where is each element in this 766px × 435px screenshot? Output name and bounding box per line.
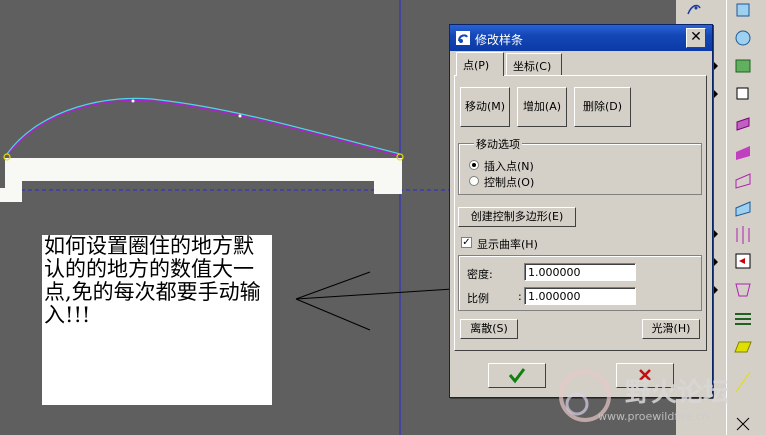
- create-control-polygon-button[interactable]: 创建控制多边形(E): [458, 207, 576, 227]
- smooth-button[interactable]: 光滑(H): [642, 319, 700, 339]
- x-axis-icon[interactable]: [736, 417, 750, 431]
- move-options-label: 移动选项: [474, 136, 522, 152]
- toolbar-right: [726, 0, 766, 435]
- density-input[interactable]: [524, 263, 636, 281]
- datum-plane-icon[interactable]: [736, 117, 750, 131]
- ok-button[interactable]: [488, 363, 546, 388]
- plane-icon[interactable]: [734, 341, 752, 353]
- chevron-right-icon[interactable]: [714, 230, 718, 238]
- ratio-label: 比例: [467, 292, 489, 305]
- trim-icon[interactable]: [735, 283, 751, 297]
- ratio-colon: :: [518, 290, 522, 303]
- chevron-right-icon[interactable]: [714, 90, 718, 98]
- show-curvature-label: 显示曲率(H): [477, 238, 538, 251]
- dialog-titlebar[interactable]: 修改样条 ✕: [450, 25, 712, 51]
- annotation-note: 如何设置圈住的地方默认的的地方的数值大一点,免的每次都要手动输入!!!: [42, 235, 272, 405]
- spline-point[interactable]: [131, 99, 135, 103]
- dialog-title: 修改样条: [475, 33, 524, 47]
- checkmark-icon: ✓: [462, 237, 471, 248]
- mirror-icon[interactable]: [736, 226, 750, 244]
- move-button[interactable]: 移动(M): [460, 87, 510, 127]
- watermark-url: www.proewildfire.cn: [598, 410, 709, 423]
- import-icon[interactable]: [735, 253, 751, 269]
- base-profile: [0, 158, 402, 202]
- insert-point-label: 插入点(N): [484, 160, 534, 173]
- surface-icon[interactable]: [736, 146, 750, 160]
- revolve-icon[interactable]: [735, 30, 751, 46]
- checkmark-icon: [508, 368, 526, 384]
- delete-button[interactable]: 删除(D): [574, 87, 631, 127]
- curvature-comb: [6, 97, 401, 155]
- spline-curve[interactable]: [6, 99, 401, 157]
- curve-tool-icon[interactable]: [687, 4, 701, 15]
- box-icon[interactable]: [736, 87, 749, 100]
- chevron-right-icon[interactable]: [714, 258, 718, 266]
- app-icon: [456, 31, 470, 45]
- spline-point[interactable]: [238, 114, 242, 118]
- note-text: 如何设置圈住的地方默认的的地方的数值大一点,免的每次都要手动输入!!!: [44, 234, 261, 327]
- control-point-radio[interactable]: [469, 176, 479, 186]
- mesh-icon[interactable]: [735, 173, 751, 189]
- layers-icon[interactable]: [735, 313, 751, 325]
- close-icon: ✕: [690, 29, 702, 45]
- sweep-icon[interactable]: [735, 59, 751, 73]
- show-curvature-checkbox[interactable]: ✓: [461, 237, 472, 248]
- line-icon[interactable]: [735, 371, 751, 393]
- tab-points-label: 点(P): [463, 59, 490, 72]
- chevron-right-icon[interactable]: [714, 286, 718, 294]
- tab-coordinates-label: 坐标(C): [513, 60, 552, 73]
- insert-point-radio[interactable]: [469, 160, 479, 170]
- mesh-surface-icon[interactable]: [735, 201, 751, 217]
- ratio-input[interactable]: [524, 287, 636, 305]
- chevron-right-icon[interactable]: [714, 62, 718, 70]
- control-point-label: 控制点(O): [484, 176, 535, 189]
- watermark-text: 野火论坛: [625, 378, 730, 408]
- tab-points[interactable]: 点(P): [456, 52, 504, 76]
- discrete-button[interactable]: 离散(S): [460, 319, 518, 339]
- add-button[interactable]: 增加(A): [517, 87, 567, 127]
- extrude-icon[interactable]: [736, 3, 750, 17]
- close-button[interactable]: ✕: [686, 28, 706, 48]
- tab-coordinates[interactable]: 坐标(C): [506, 53, 562, 75]
- density-label: 密度:: [467, 268, 493, 281]
- modify-spline-dialog: 修改样条 ✕ 点(P) 坐标(C) 移动(M) 增加(A) 删除(D) 移动选项…: [449, 24, 713, 398]
- arrow-line: [295, 298, 371, 331]
